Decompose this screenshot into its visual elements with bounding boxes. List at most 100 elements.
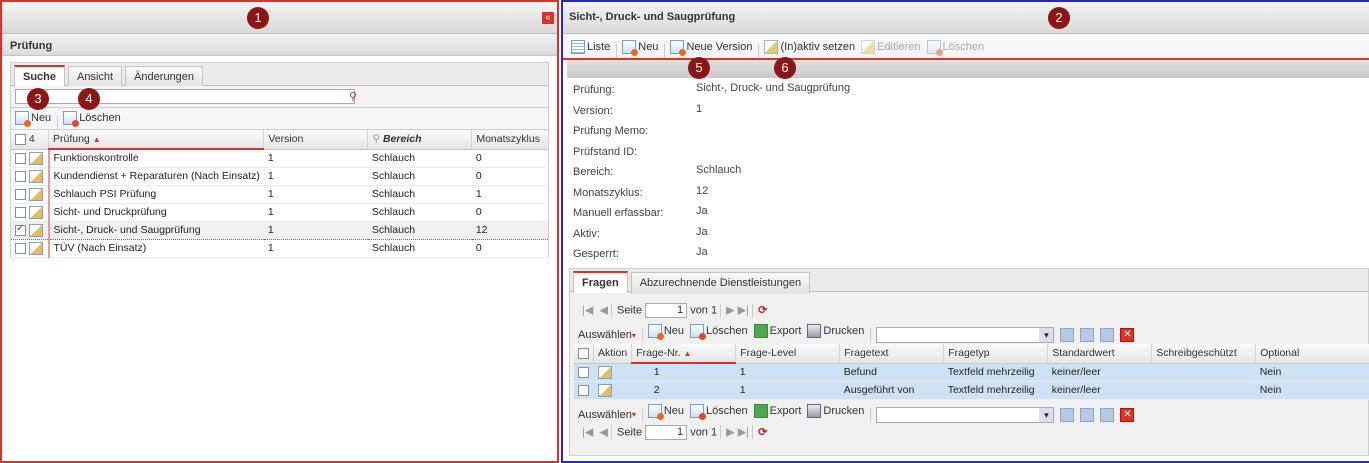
- col-bereich[interactable]: ⚲ Bereich: [367, 130, 473, 150]
- select-all-checkbox[interactable]: [578, 347, 589, 359]
- col-standardwert[interactable]: Standardwert: [1047, 344, 1153, 364]
- table-row[interactable]: TÜV (Nach Einsatz) 1 Schlauch 0: [10, 239, 549, 258]
- row-checkbox[interactable]: [578, 384, 589, 396]
- row-select[interactable]: [10, 185, 49, 204]
- edit-icon[interactable]: [597, 383, 612, 397]
- cell-aktion[interactable]: [593, 381, 632, 400]
- collapse-icon[interactable]: «: [542, 12, 554, 24]
- tab-aenderungen[interactable]: Änderungen: [125, 66, 204, 88]
- fragen-loeschen-button-bottom[interactable]: Löschen: [690, 403, 748, 420]
- edit-icon[interactable]: [597, 365, 612, 379]
- export-button-bottom[interactable]: Export: [753, 403, 801, 418]
- row-checkbox[interactable]: [15, 223, 26, 236]
- edit-icon[interactable]: [28, 169, 43, 183]
- detail-value: Schlauch: [696, 164, 742, 176]
- edit-icon[interactable]: [28, 205, 43, 219]
- next-page-icon[interactable]: ▶: [726, 304, 734, 316]
- search-input[interactable]: [15, 89, 355, 104]
- table-row[interactable]: 1 1 Befund Textfeld mehrzeilig keiner/le…: [574, 363, 1369, 382]
- search-icon[interactable]: ⚲: [349, 90, 357, 103]
- loeschen-button[interactable]: Löschen: [926, 40, 984, 56]
- import-icon[interactable]: [1080, 328, 1095, 343]
- table-row[interactable]: Sicht-, Druck- und Saugprüfung 1 Schlauc…: [10, 220, 549, 240]
- view-select[interactable]: [876, 327, 1055, 344]
- table-row[interactable]: Funktionskontrolle 1 Schlauch 0: [10, 149, 549, 168]
- import-icon[interactable]: [1080, 407, 1095, 422]
- neu-button[interactable]: Neu: [622, 40, 658, 56]
- prev-page-icon[interactable]: ◀: [599, 426, 607, 438]
- tab-suche[interactable]: Suche: [14, 65, 66, 87]
- editieren-button[interactable]: Editieren: [861, 40, 921, 54]
- save-view-icon[interactable]: [1100, 328, 1115, 343]
- col-optional[interactable]: Optional: [1255, 344, 1369, 364]
- page-input[interactable]: 1: [645, 303, 688, 318]
- columns-icon[interactable]: [1060, 328, 1075, 343]
- row-checkbox[interactable]: [15, 206, 26, 218]
- col-monatszyklus[interactable]: Monatszyklus: [471, 130, 549, 150]
- export-button[interactable]: Export: [753, 324, 801, 338]
- refresh-icon[interactable]: ⟳: [758, 304, 767, 316]
- last-page-icon[interactable]: ▶|: [738, 426, 749, 438]
- last-page-icon[interactable]: ▶|: [738, 304, 749, 316]
- col-pruefung[interactable]: Prüfung ▲: [48, 130, 265, 150]
- row-checkbox[interactable]: [15, 188, 26, 200]
- col-frage-level[interactable]: Frage-Level: [735, 344, 841, 364]
- neue-version-button[interactable]: Neue Version: [670, 40, 752, 56]
- clear-filter-icon[interactable]: ✕: [1120, 328, 1135, 343]
- col-fragetyp[interactable]: Fragetyp: [943, 344, 1049, 364]
- new-button[interactable]: Neu: [15, 111, 52, 127]
- cell-aktion[interactable]: [593, 363, 632, 382]
- columns-icon[interactable]: [1060, 407, 1075, 422]
- cell-pruefung: Sicht- und Druckprüfung: [47, 203, 264, 222]
- tab-fragen[interactable]: Fragen: [573, 271, 628, 293]
- edit-icon[interactable]: [28, 151, 43, 165]
- row-checkbox[interactable]: [578, 366, 589, 378]
- liste-button[interactable]: Liste: [571, 40, 610, 54]
- table-row[interactable]: 2 1 Ausgeführt von Textfeld mehrzeilig k…: [574, 381, 1369, 400]
- edit-icon[interactable]: [28, 241, 43, 255]
- edit-icon[interactable]: [28, 223, 43, 237]
- delete-button[interactable]: Löschen: [63, 111, 121, 127]
- table-row[interactable]: Schlauch PSI Prüfung 1 Schlauch 1: [10, 185, 549, 204]
- fragen-neu-button[interactable]: Neu: [647, 324, 684, 340]
- row-select[interactable]: [10, 239, 49, 258]
- first-page-icon[interactable]: |◀: [582, 304, 593, 316]
- fragen-loeschen-button[interactable]: Löschen: [690, 324, 748, 340]
- table-row[interactable]: Sicht- und Druckprüfung 1 Schlauch 0: [10, 203, 549, 222]
- row-select[interactable]: [10, 220, 49, 240]
- row-select[interactable]: [10, 203, 49, 222]
- select-all-checkbox[interactable]: [15, 133, 26, 145]
- row-select[interactable]: [10, 167, 49, 186]
- table-row[interactable]: Kundendienst + Reparaturen (Nach Einsatz…: [10, 167, 549, 186]
- col-frage-nr[interactable]: Frage-Nr. ▲: [631, 344, 737, 364]
- refresh-icon[interactable]: ⟳: [758, 426, 767, 438]
- new-label: Neu: [31, 112, 52, 124]
- view-select-bottom[interactable]: [876, 406, 1055, 423]
- page-input[interactable]: 1: [645, 424, 688, 440]
- edit-icon[interactable]: [28, 187, 43, 201]
- tab-dienstleistungen[interactable]: Abzurechnende Dienstleistungen: [630, 272, 811, 294]
- next-page-icon[interactable]: ▶: [726, 426, 734, 438]
- col-schreibgeschuetzt[interactable]: Schreibgeschützt: [1151, 344, 1257, 364]
- auswaehlen-dropdown[interactable]: Auswählen ▾: [578, 329, 636, 341]
- row-select[interactable]: [574, 381, 594, 400]
- row-checkbox[interactable]: [15, 170, 26, 182]
- row-select[interactable]: [10, 149, 49, 168]
- first-page-icon[interactable]: |◀: [582, 426, 593, 438]
- row-checkbox[interactable]: [15, 152, 26, 164]
- fragen-neu-button-bottom[interactable]: Neu: [647, 403, 684, 420]
- row-select[interactable]: [574, 363, 594, 382]
- select-all-header[interactable]: 4: [10, 130, 49, 150]
- drucken-button-bottom[interactable]: Drucken: [807, 403, 864, 418]
- fragen-select-all[interactable]: [574, 344, 594, 364]
- save-view-icon[interactable]: [1100, 407, 1115, 422]
- col-fragetext[interactable]: Fragetext: [839, 344, 945, 364]
- drucken-button[interactable]: Drucken: [807, 324, 864, 338]
- prev-page-icon[interactable]: ◀: [599, 304, 607, 316]
- tab-ansicht[interactable]: Ansicht: [68, 66, 123, 88]
- col-version[interactable]: Version: [263, 130, 369, 150]
- inaktiv-button[interactable]: (In)aktiv setzen: [764, 40, 855, 54]
- clear-filter-icon[interactable]: ✕: [1120, 407, 1135, 422]
- auswaehlen-dropdown-bottom[interactable]: Auswählen ▾: [578, 409, 636, 421]
- row-checkbox[interactable]: [15, 242, 26, 254]
